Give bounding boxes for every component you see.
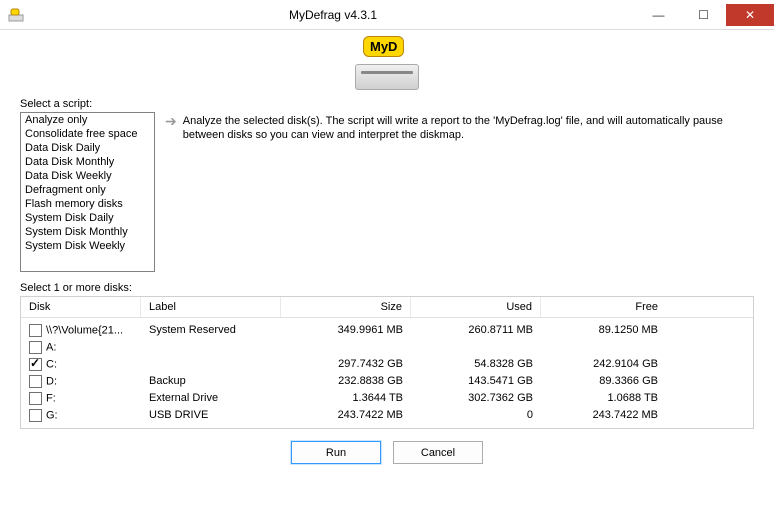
table-row[interactable]: C: 297.7432 GB54.8328 GB242.9104 GB bbox=[21, 356, 753, 373]
col-label[interactable]: Label bbox=[141, 297, 281, 317]
disk-checkbox[interactable] bbox=[29, 375, 42, 388]
disk-free: 89.3366 GB bbox=[541, 374, 666, 389]
disk-name: C: bbox=[46, 358, 57, 370]
table-row[interactable]: D: Backup232.8838 GB143.5471 GB89.3366 GB bbox=[21, 373, 753, 390]
disk-name: G: bbox=[46, 409, 58, 421]
disk-label bbox=[141, 357, 281, 372]
disk-free: 242.9104 GB bbox=[541, 357, 666, 372]
script-item[interactable]: Data Disk Monthly bbox=[21, 155, 154, 169]
disk-free bbox=[541, 340, 666, 355]
close-button[interactable]: ✕ bbox=[726, 4, 774, 26]
disk-used bbox=[411, 340, 541, 355]
titlebar: MyDefrag v4.3.1 — ☐ ✕ bbox=[0, 0, 774, 30]
table-row[interactable]: A: bbox=[21, 339, 753, 356]
window-title: MyDefrag v4.3.1 bbox=[30, 8, 636, 22]
script-item[interactable]: Data Disk Daily bbox=[21, 141, 154, 155]
disk-size: 232.8838 GB bbox=[281, 374, 411, 389]
app-logo: MyD bbox=[20, 42, 754, 90]
disk-checkbox[interactable] bbox=[29, 392, 42, 405]
disk-used: 143.5471 GB bbox=[411, 374, 541, 389]
disk-name: F: bbox=[46, 392, 56, 404]
arrow-right-icon: ➔ bbox=[165, 114, 177, 272]
run-button[interactable]: Run bbox=[291, 441, 381, 464]
table-row[interactable]: \\?\Volume{21... System Reserved349.9961 … bbox=[21, 322, 753, 339]
disk-label: Backup bbox=[141, 374, 281, 389]
disks-section-label: Select 1 or more disks: bbox=[20, 282, 754, 294]
disk-table-header[interactable]: Disk Label Size Used Free bbox=[21, 297, 753, 318]
disk-checkbox[interactable] bbox=[29, 341, 42, 354]
script-item[interactable]: Data Disk Weekly bbox=[21, 169, 154, 183]
disk-checkbox[interactable] bbox=[29, 324, 42, 337]
disk-free: 89.1250 MB bbox=[541, 323, 666, 338]
table-row[interactable]: G:USB DRIVE243.7422 MB0243.7422 MB bbox=[21, 407, 753, 424]
col-size[interactable]: Size bbox=[281, 297, 411, 317]
col-used[interactable]: Used bbox=[411, 297, 541, 317]
maximize-button[interactable]: ☐ bbox=[681, 4, 726, 26]
script-item[interactable]: Analyze only bbox=[21, 113, 154, 127]
disk-used: 0 bbox=[411, 408, 541, 423]
script-item[interactable]: Flash memory disks bbox=[21, 197, 154, 211]
disk-size: 349.9961 MB bbox=[281, 323, 411, 338]
disk-checkbox[interactable] bbox=[29, 409, 42, 422]
script-item[interactable]: System Disk Weekly bbox=[21, 239, 154, 253]
script-item[interactable]: Consolidate free space bbox=[21, 127, 154, 141]
disk-table: Disk Label Size Used Free \\?\Volume{21.… bbox=[20, 296, 754, 429]
app-icon bbox=[8, 7, 24, 23]
disk-size: 1.3644 TB bbox=[281, 391, 411, 406]
disk-checkbox[interactable] bbox=[29, 358, 42, 371]
disk-label: USB DRIVE bbox=[141, 408, 281, 423]
script-item[interactable]: System Disk Monthly bbox=[21, 225, 154, 239]
script-section-label: Select a script: bbox=[20, 98, 754, 110]
disk-label: System Reserved bbox=[141, 323, 281, 338]
disk-name: D: bbox=[46, 375, 57, 387]
disk-name: \\?\Volume{21... bbox=[46, 324, 123, 336]
cancel-button[interactable]: Cancel bbox=[393, 441, 483, 464]
table-row[interactable]: F: External Drive1.3644 TB302.7362 GB1.06… bbox=[21, 390, 753, 407]
disk-label bbox=[141, 340, 281, 355]
col-free[interactable]: Free bbox=[541, 297, 666, 317]
disk-label: External Drive bbox=[141, 391, 281, 406]
logo-badge: MyD bbox=[363, 36, 404, 57]
disk-size: 297.7432 GB bbox=[281, 357, 411, 372]
disk-size bbox=[281, 340, 411, 355]
script-description: Analyze the selected disk(s). The script… bbox=[183, 114, 754, 272]
disk-used: 260.8711 MB bbox=[411, 323, 541, 338]
disk-free: 243.7422 MB bbox=[541, 408, 666, 423]
disk-used: 54.8328 GB bbox=[411, 357, 541, 372]
script-item[interactable]: System Disk Daily bbox=[21, 211, 154, 225]
disk-name: A: bbox=[46, 341, 56, 353]
script-listbox[interactable]: Analyze onlyConsolidate free spaceData D… bbox=[20, 112, 155, 272]
col-disk[interactable]: Disk bbox=[21, 297, 141, 317]
disk-free: 1.0688 TB bbox=[541, 391, 666, 406]
minimize-button[interactable]: — bbox=[636, 4, 681, 26]
script-item[interactable]: Defragment only bbox=[21, 183, 154, 197]
disk-used: 302.7362 GB bbox=[411, 391, 541, 406]
disk-size: 243.7422 MB bbox=[281, 408, 411, 423]
